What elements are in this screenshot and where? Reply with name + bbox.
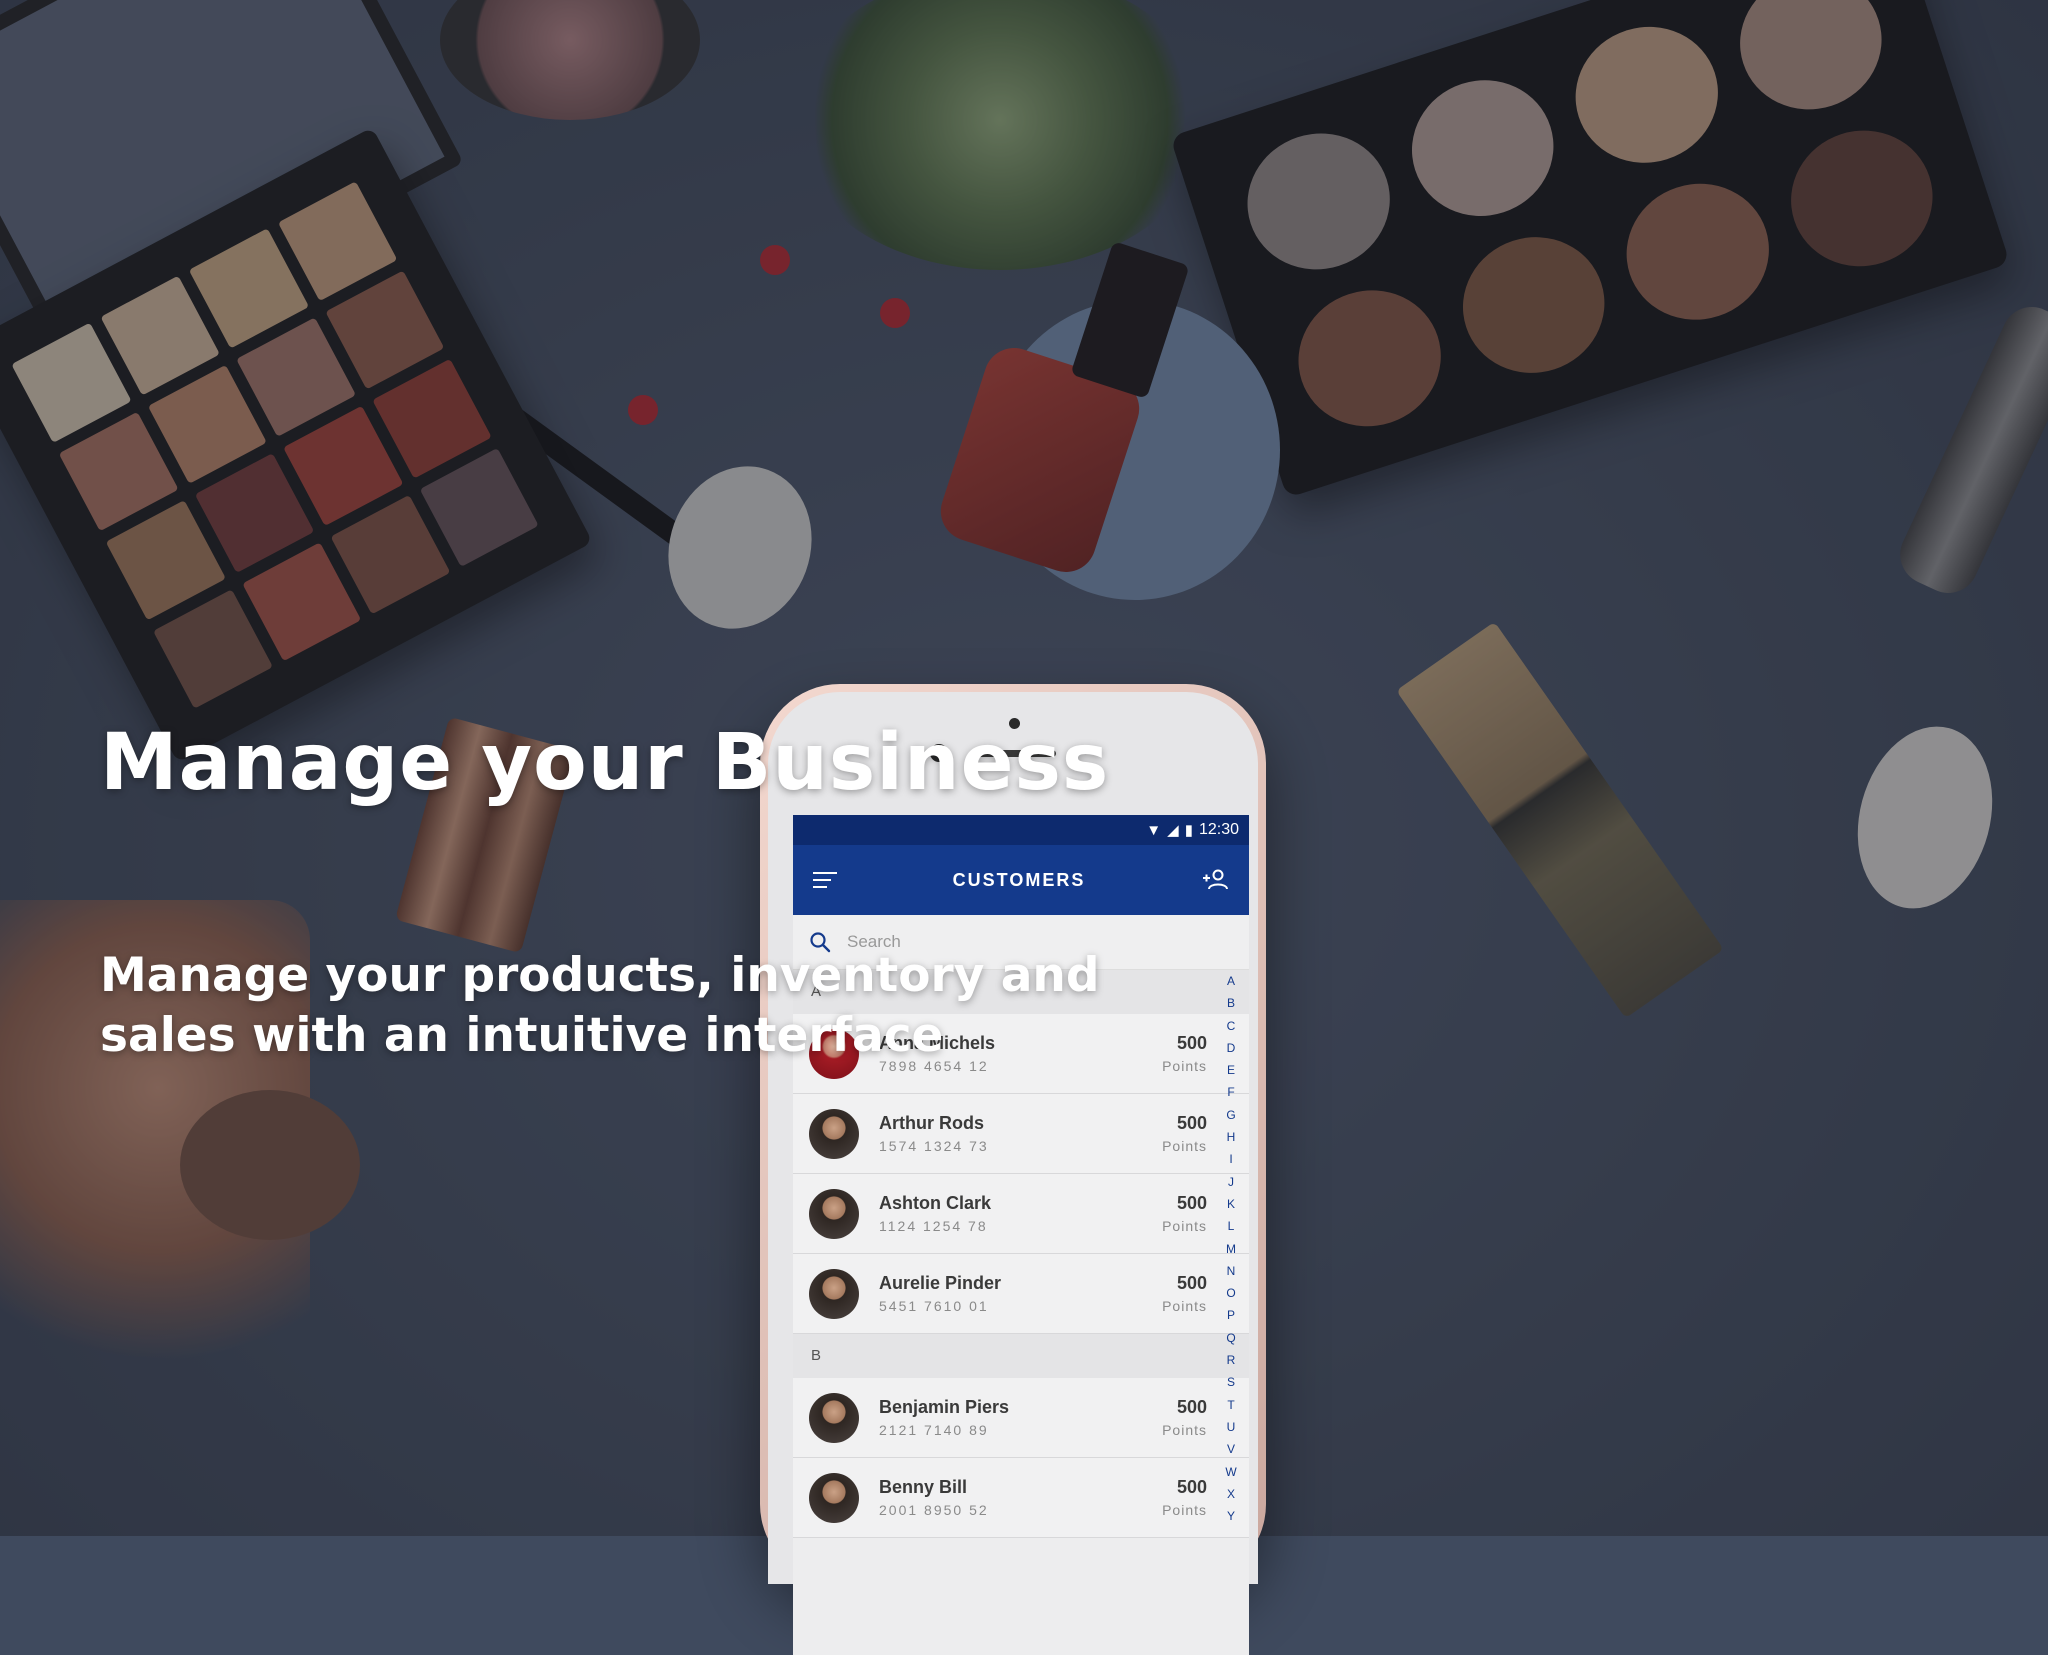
avatar: [809, 1472, 859, 1523]
alphabet-letter[interactable]: N: [1227, 1260, 1236, 1282]
avatar: [809, 1268, 859, 1319]
hero-title: Manage your Business: [100, 718, 1110, 808]
customer-phone: 1574 1324 73: [879, 1138, 989, 1154]
section-header: B: [793, 1334, 1249, 1378]
hero-subtitle: Manage your products, inventory and sale…: [100, 948, 1100, 1063]
customer-name: Arthur Rods: [879, 1113, 984, 1133]
phone-face: ▼ ◢ ▮ 12:30 CUSTOMERS Search A Anna Mich…: [768, 692, 1258, 1655]
status-bar: ▼ ◢ ▮ 12:30: [793, 815, 1249, 845]
alphabet-letter[interactable]: Q: [1226, 1327, 1235, 1349]
customer-phone: 2121 7140 89: [879, 1422, 989, 1438]
alphabet-letter[interactable]: G: [1226, 1104, 1235, 1126]
wifi-icon: ▼: [1146, 821, 1162, 839]
alphabet-letter[interactable]: C: [1227, 1015, 1236, 1037]
customer-phone: 2001 8950 52: [879, 1502, 989, 1518]
alphabet-letter[interactable]: Y: [1227, 1505, 1235, 1527]
phone-mockup: ▼ ◢ ▮ 12:30 CUSTOMERS Search A Anna Mich…: [760, 684, 1266, 1655]
alphabet-letter[interactable]: O: [1226, 1282, 1235, 1304]
add-user-icon[interactable]: [1201, 868, 1229, 892]
avatar: [809, 1392, 859, 1443]
points-label: Points: [1162, 1422, 1207, 1438]
points-label: Points: [1162, 1058, 1207, 1074]
app-screen: ▼ ◢ ▮ 12:30 CUSTOMERS Search A Anna Mich…: [793, 815, 1249, 1655]
alphabet-index: ABCDEFGHIJKLMNOPQRSTUVWXY: [1223, 970, 1239, 1527]
status-time: 12:30: [1198, 821, 1239, 838]
page-title: CUSTOMERS: [952, 869, 1086, 890]
customer-name: Aurelie Pinder: [879, 1273, 1002, 1293]
alphabet-letter[interactable]: R: [1227, 1349, 1236, 1371]
points-label: Points: [1162, 1138, 1207, 1154]
alphabet-letter[interactable]: V: [1227, 1438, 1235, 1460]
customer-row[interactable]: Benny Bill 2001 8950 52 500 Points: [793, 1458, 1249, 1538]
alphabet-letter[interactable]: E: [1227, 1059, 1235, 1081]
customer-row[interactable]: Arthur Rods 1574 1324 73 500 Points: [793, 1094, 1249, 1174]
avatar: [809, 1108, 859, 1159]
menu-line: [813, 879, 831, 881]
points-label: Points: [1162, 1218, 1207, 1234]
alphabet-letter[interactable]: T: [1227, 1394, 1234, 1416]
alphabet-letter[interactable]: S: [1227, 1371, 1235, 1393]
alphabet-letter[interactable]: W: [1225, 1461, 1236, 1483]
app-bar: CUSTOMERS: [793, 845, 1249, 915]
menu-line: [813, 886, 827, 888]
avatar: [809, 1188, 859, 1239]
customer-name: Ashton Clark: [879, 1193, 992, 1213]
points-value: 500: [1176, 1193, 1207, 1213]
points-value: 500: [1176, 1477, 1207, 1497]
alphabet-letter[interactable]: M: [1226, 1238, 1236, 1260]
points-value: 500: [1176, 1273, 1207, 1293]
menu-line: [813, 872, 837, 874]
points-value: 500: [1176, 1033, 1207, 1053]
alphabet-letter[interactable]: H: [1227, 1126, 1236, 1148]
alphabet-letter[interactable]: P: [1227, 1304, 1235, 1326]
points-label: Points: [1162, 1298, 1207, 1314]
points-label: Points: [1162, 1502, 1207, 1518]
alphabet-letter[interactable]: A: [1227, 970, 1235, 992]
alphabet-letter[interactable]: U: [1227, 1416, 1236, 1438]
customer-row[interactable]: Aurelie Pinder 5451 7610 01 500 Points: [793, 1254, 1249, 1334]
points-value: 500: [1176, 1397, 1207, 1417]
customer-phone: 1124 1254 78: [879, 1218, 988, 1234]
signal-icon: ◢: [1167, 822, 1179, 839]
alphabet-letter[interactable]: F: [1227, 1081, 1234, 1103]
alphabet-letter[interactable]: D: [1227, 1037, 1236, 1059]
alphabet-letter[interactable]: K: [1227, 1193, 1235, 1215]
alphabet-letter[interactable]: B: [1227, 992, 1235, 1014]
battery-icon: ▮: [1184, 822, 1193, 839]
customer-row[interactable]: Ashton Clark 1124 1254 78 500 Points: [793, 1174, 1249, 1254]
alphabet-letter[interactable]: I: [1229, 1148, 1232, 1170]
menu-icon[interactable]: [813, 872, 837, 888]
customer-row[interactable]: Benjamin Piers 2121 7140 89 500 Points: [793, 1378, 1249, 1458]
customer-phone: 5451 7610 01: [879, 1298, 989, 1314]
alphabet-letter[interactable]: L: [1228, 1215, 1235, 1237]
alphabet-letter[interactable]: J: [1228, 1171, 1234, 1193]
points-value: 500: [1176, 1113, 1207, 1133]
customer-name: Benjamin Piers: [879, 1397, 1010, 1417]
alphabet-letter[interactable]: X: [1227, 1483, 1235, 1505]
customer-name: Benny Bill: [879, 1477, 968, 1497]
